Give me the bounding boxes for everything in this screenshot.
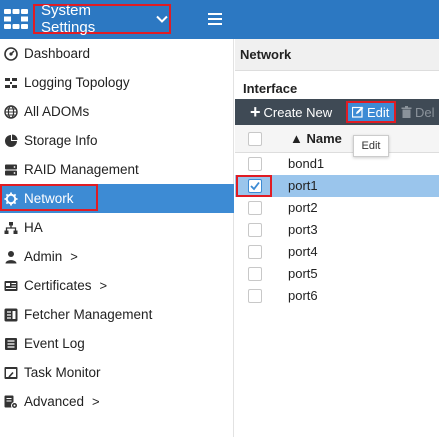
sidebar-item-certificates[interactable]: Certificates >: [0, 271, 234, 300]
table-row[interactable]: port2: [235, 197, 439, 219]
sidebar: Dashboard Logging Topology All ADOMs Sto…: [0, 39, 234, 437]
sidebar-item-label: RAID Management: [24, 162, 139, 177]
sidebar-item-label: Task Monitor: [24, 365, 101, 380]
interface-name: bond1: [288, 156, 325, 171]
edit-icon: [352, 106, 364, 118]
sidebar-item-ha[interactable]: HA: [0, 213, 234, 242]
row-checkbox[interactable]: [248, 245, 262, 259]
checkmark-icon: [250, 181, 260, 191]
sidebar-item-label: All ADOMs: [24, 104, 90, 119]
interface-name: port6: [288, 288, 318, 303]
sidebar-item-logging-topology[interactable]: Logging Topology: [0, 68, 234, 97]
user-icon: [5, 250, 17, 263]
topology-icon: [5, 77, 17, 88]
chevron-down-icon: [156, 15, 168, 23]
table-row-selected[interactable]: port1: [235, 175, 439, 197]
settings-doc-icon: [4, 395, 18, 409]
create-new-button[interactable]: + Create New: [250, 99, 332, 125]
sidebar-item-label: Logging Topology: [24, 75, 130, 90]
edit-tooltip: Edit: [353, 135, 389, 157]
sidebar-item-storage-info[interactable]: Storage Info: [0, 126, 234, 155]
page-title: Network: [235, 39, 439, 71]
interface-name: port2: [288, 200, 318, 215]
select-all-checkbox[interactable]: [248, 132, 262, 146]
sidebar-item-raid-management[interactable]: RAID Management: [0, 155, 234, 184]
interface-name: port1: [288, 178, 318, 193]
sitemap-icon: [4, 221, 18, 234]
delete-button[interactable]: Del: [401, 99, 435, 125]
interface-name: port4: [288, 244, 318, 259]
row-checkbox[interactable]: [248, 267, 262, 281]
sidebar-item-label: Advanced: [24, 394, 85, 409]
row-checkbox-checked[interactable]: [248, 179, 262, 193]
table-row[interactable]: port6: [235, 285, 439, 307]
certificate-icon: [4, 280, 18, 291]
chevron-right-icon: >: [70, 249, 78, 264]
system-settings-menu-button[interactable]: System Settings: [33, 2, 171, 36]
sidebar-item-label: Dashboard: [24, 46, 91, 61]
sidebar-item-dashboard[interactable]: Dashboard: [0, 39, 234, 68]
sidebar-item-advanced[interactable]: Advanced >: [0, 387, 234, 416]
sidebar-item-label: Event Log: [24, 336, 85, 351]
row-checkbox[interactable]: [248, 157, 262, 171]
plus-icon: +: [250, 102, 261, 122]
hamburger-icon[interactable]: [208, 12, 222, 26]
sidebar-item-label: Storage Info: [24, 133, 98, 148]
table-row[interactable]: port4: [235, 241, 439, 263]
name-header-label: Name: [306, 131, 342, 146]
sidebar-item-event-log[interactable]: Event Log: [0, 329, 234, 358]
network-icon: [4, 192, 18, 205]
globe-icon: [4, 104, 18, 119]
dashboard-icon: [4, 46, 18, 61]
raid-icon: [5, 164, 17, 175]
sort-asc-icon: ▲: [290, 131, 303, 146]
fetcher-icon: [4, 308, 18, 321]
chevron-right-icon: >: [92, 394, 100, 409]
monitor-icon: [4, 366, 18, 379]
edit-label: Edit: [367, 104, 390, 120]
main-content: Network Interface + Create New Edit Del …: [235, 39, 439, 437]
sidebar-item-all-adoms[interactable]: All ADOMs: [0, 97, 234, 126]
row-checkbox[interactable]: [248, 289, 262, 303]
name-column-header[interactable]: ▲ Name: [290, 131, 342, 146]
trash-icon: [401, 106, 412, 118]
sidebar-item-label: Certificates: [24, 278, 92, 293]
interface-name: port5: [288, 266, 318, 281]
sidebar-item-admin[interactable]: Admin >: [0, 242, 234, 271]
sidebar-item-label: Admin: [24, 249, 63, 264]
table-row[interactable]: port5: [235, 263, 439, 285]
sidebar-item-label: HA: [24, 220, 43, 235]
delete-label: Del: [415, 104, 435, 120]
interface-name: port3: [288, 222, 318, 237]
list-icon: [5, 337, 17, 350]
sidebar-item-network[interactable]: Network: [0, 184, 234, 213]
sidebar-item-fetcher-management[interactable]: Fetcher Management: [0, 300, 234, 329]
top-bar: System Settings: [0, 0, 439, 39]
edit-button[interactable]: Edit: [346, 101, 396, 123]
row-checkbox[interactable]: [248, 201, 262, 215]
pie-chart-icon: [5, 134, 18, 147]
sidebar-item-task-monitor[interactable]: Task Monitor: [0, 358, 234, 387]
table-row[interactable]: port3: [235, 219, 439, 241]
table-header: ▲ Name: [235, 125, 439, 153]
app-menu-label: System Settings: [41, 2, 96, 36]
sidebar-item-label: Fetcher Management: [24, 307, 153, 322]
fortinet-grid-icon[interactable]: [4, 9, 28, 29]
section-title: Interface: [243, 81, 298, 96]
create-new-label: Create New: [263, 104, 333, 120]
chevron-right-icon: >: [99, 278, 108, 293]
table-row[interactable]: bond1: [235, 153, 439, 175]
sidebar-item-label: Network: [24, 191, 74, 206]
row-checkbox[interactable]: [248, 223, 262, 237]
table-toolbar: + Create New Edit Del: [235, 99, 439, 125]
